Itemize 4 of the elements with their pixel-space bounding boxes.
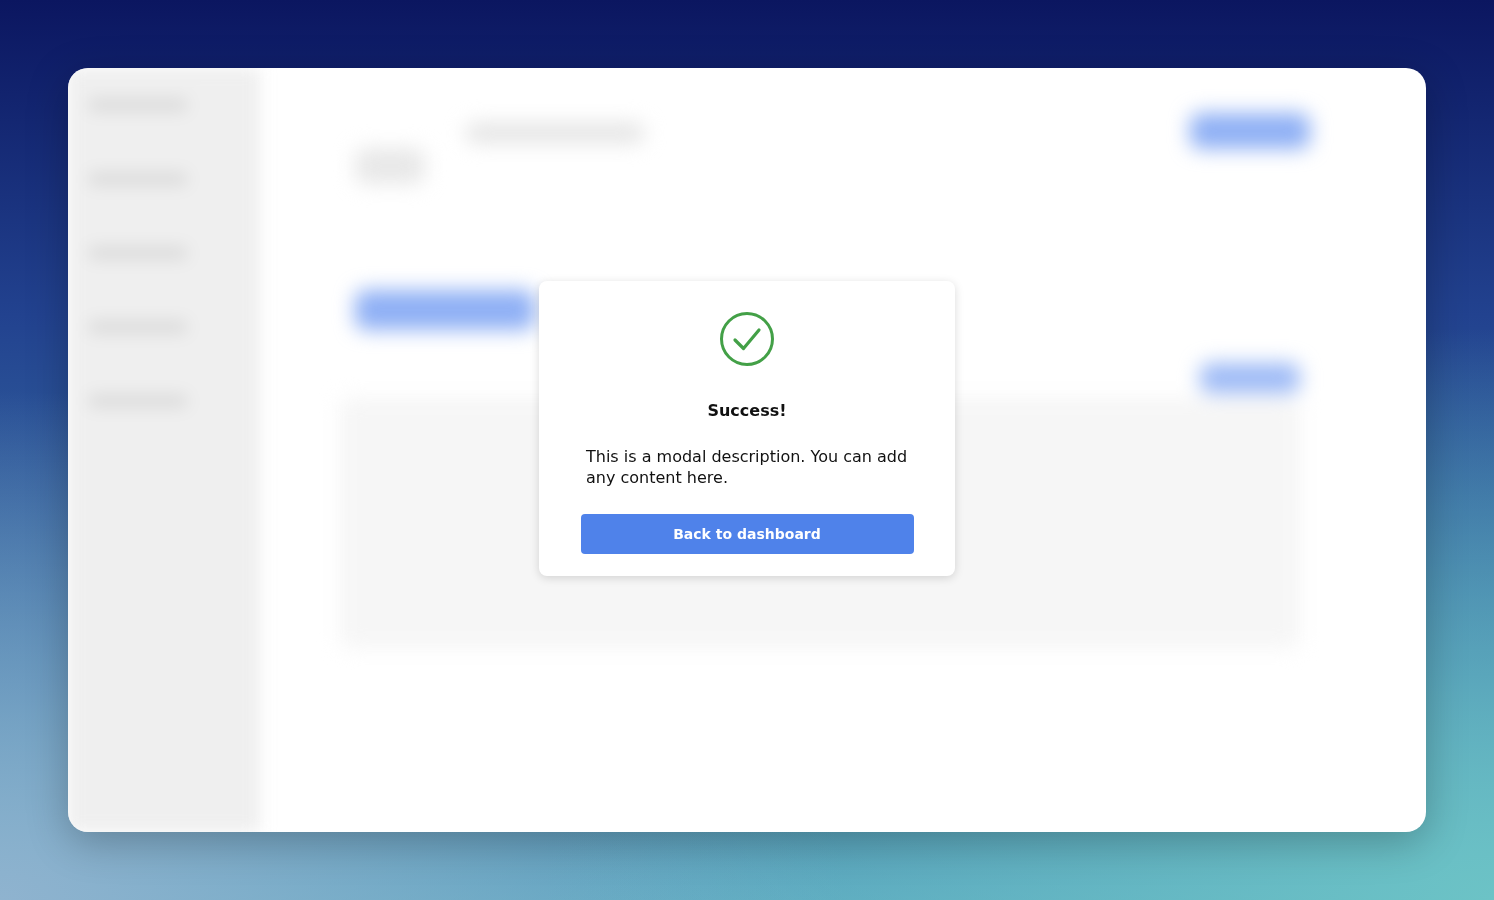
modal-description: This is a modal description. You can add any content here. bbox=[586, 446, 909, 488]
success-check-icon bbox=[719, 311, 775, 367]
back-to-dashboard-button[interactable]: Back to dashboard bbox=[580, 514, 914, 554]
modal-title: Success! bbox=[707, 401, 787, 420]
